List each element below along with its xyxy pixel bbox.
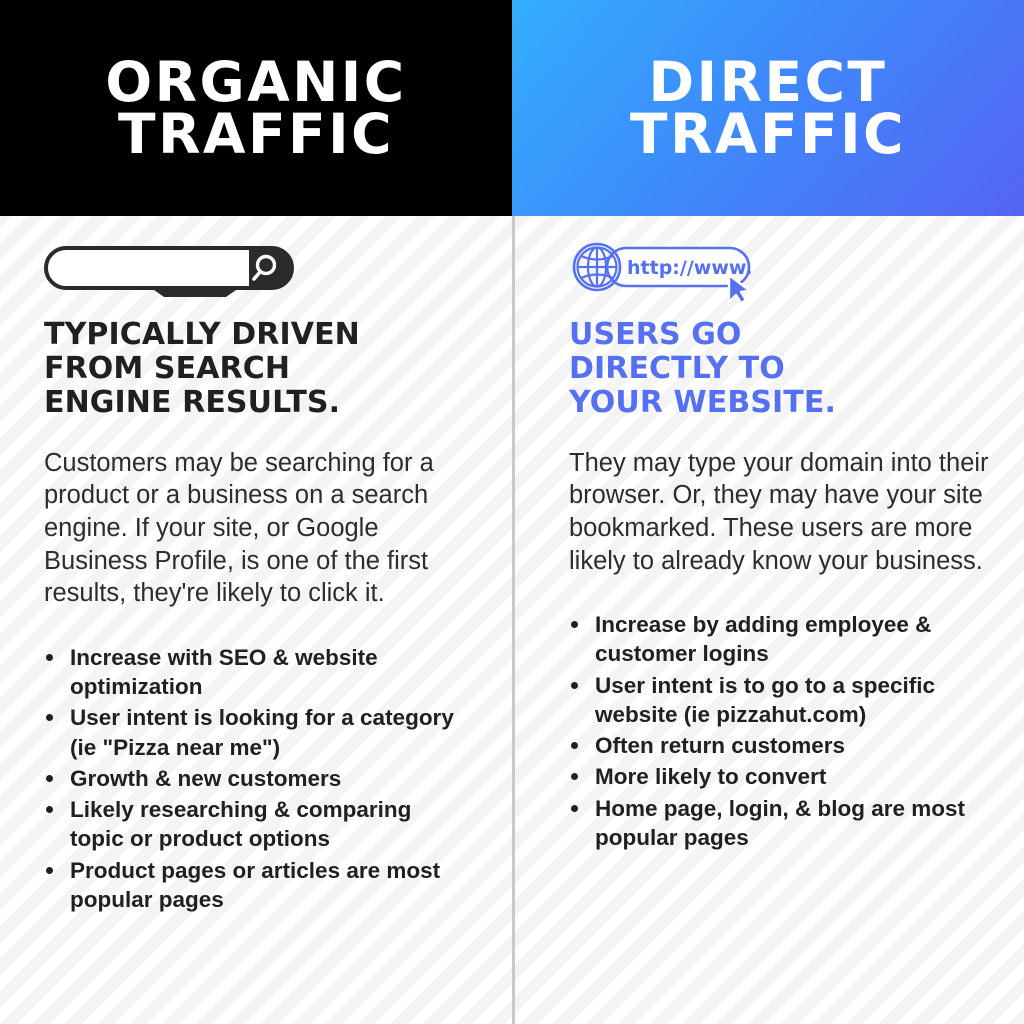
organic-bullet-list: Increase with SEO & website optimization…: [44, 643, 470, 914]
header-row: Organic Traffic Direct Traffic: [0, 0, 1024, 216]
list-item: Product pages or articles are most popul…: [44, 856, 470, 915]
list-item: Likely researching & comparing topic or …: [44, 795, 470, 854]
columns-container: Typically driven from search engine resu…: [0, 216, 1024, 1024]
list-item: Increase by adding employee & customer l…: [569, 610, 994, 669]
organic-sub-heading: Typically driven from search engine resu…: [44, 317, 360, 420]
direct-sub-heading: Users go directly to your website.: [569, 317, 836, 420]
list-item: User intent is looking for a category (i…: [44, 703, 470, 762]
direct-bullet-list: Increase by adding employee & customer l…: [569, 610, 994, 852]
list-item: Increase with SEO & website optimization: [44, 643, 470, 702]
infographic-root: Organic Traffic Direct Traffic Typically…: [0, 0, 1024, 1024]
header-organic-title: Organic Traffic: [105, 49, 407, 166]
list-item: Home page, login, & blog are most popula…: [569, 794, 994, 853]
globe-url-bar-icon: http://www.: [572, 242, 752, 303]
list-item: Often return customers: [569, 731, 994, 760]
search-bar-icon: [44, 246, 294, 297]
organic-body-text: Customers may be searching for a product…: [44, 448, 434, 608]
header-organic-traffic: Organic Traffic: [0, 0, 512, 216]
search-bar-icon-wrap: [44, 240, 470, 304]
globe-icon: [572, 242, 622, 292]
list-item: Growth & new customers: [44, 764, 470, 793]
list-item: More likely to convert: [569, 762, 994, 791]
direct-body-text: They may type your domain into their bro…: [569, 448, 989, 575]
globe-url-bar-icon-wrap: http://www.: [569, 240, 994, 304]
url-text: http://www.: [627, 257, 752, 279]
column-direct: http://www. USERS GO DIRECTLY TO YOUR WE…: [512, 216, 1024, 1024]
column-organic: Typically driven from search engine resu…: [0, 216, 512, 1024]
list-item: User intent is to go to a specific websi…: [569, 671, 994, 730]
header-direct-title: Direct Traffic: [630, 49, 906, 166]
header-direct-traffic: Direct Traffic: [512, 0, 1024, 216]
